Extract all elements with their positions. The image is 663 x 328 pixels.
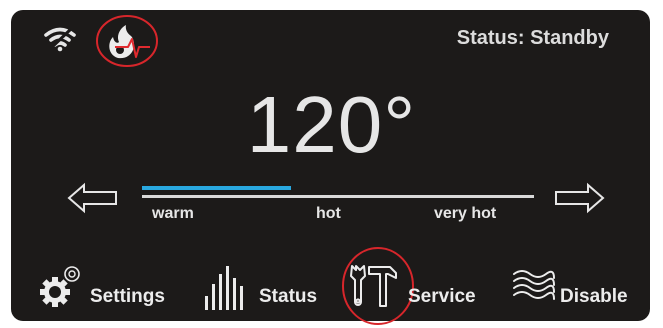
waves-icon (513, 270, 555, 300)
scale-label-warm: warm (152, 205, 194, 222)
disable-label: Disable (560, 286, 628, 307)
increase-arrow-icon[interactable] (553, 182, 605, 214)
status-label: Status: Standby (456, 27, 609, 49)
temperature-slider-track[interactable] (142, 195, 534, 198)
settings-button[interactable]: Settings (37, 262, 187, 310)
temperature-readout: 120° (246, 80, 417, 169)
scale-label-very-hot: very hot (434, 205, 497, 222)
status-button[interactable]: Status (203, 262, 333, 310)
scale-label-hot: hot (316, 205, 341, 222)
gear-icon (40, 266, 80, 307)
disable-button[interactable]: Disable (512, 268, 642, 308)
bar-chart-icon (205, 266, 243, 310)
decrease-arrow-icon[interactable] (67, 182, 119, 214)
status-nav-label: Status (259, 286, 318, 307)
temperature-slider-fill (142, 186, 291, 190)
service-label: Service (408, 286, 476, 307)
service-button[interactable]: Service (340, 246, 490, 328)
settings-label: Settings (90, 286, 165, 307)
